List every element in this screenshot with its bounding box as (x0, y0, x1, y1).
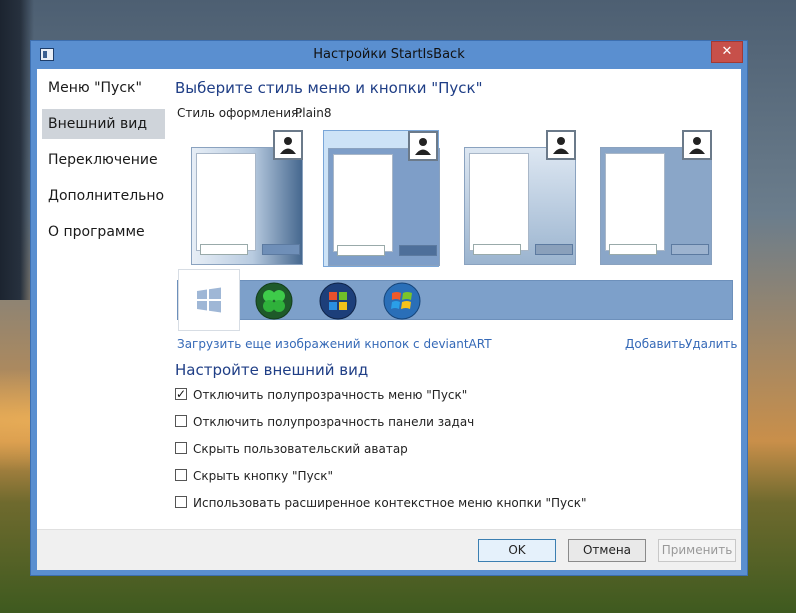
style-thumbnail-4[interactable] (596, 130, 712, 267)
search-box-preview (473, 244, 521, 255)
user-avatar-icon (546, 130, 576, 160)
clover-orb-icon (255, 282, 293, 320)
search-box-preview (609, 244, 657, 255)
dialog-footer: OK Отмена Применить (37, 529, 741, 570)
checkbox[interactable] (175, 442, 187, 454)
deviantart-link[interactable]: Загрузить еще изображений кнопок с devia… (177, 337, 492, 351)
style-thumbnail-2[interactable] (323, 130, 440, 267)
start-button-option-orb[interactable] (318, 281, 358, 321)
menu-panel (196, 153, 256, 251)
windows8-logo-icon (197, 287, 221, 313)
checkbox-label: Скрыть кнопку "Пуск" (193, 469, 334, 483)
thumbnail-preview (328, 148, 440, 266)
thumbnail-preview (191, 147, 303, 265)
start-button-strip (177, 269, 733, 331)
user-avatar-icon (682, 130, 712, 160)
sidebar-item-start-menu[interactable]: Меню "Пуск" (42, 73, 165, 103)
user-avatar-icon (408, 131, 438, 161)
shutdown-button-preview (399, 245, 437, 256)
sidebar-item-appearance[interactable]: Внешний вид (42, 109, 165, 139)
start-button-option-windows7[interactable] (382, 281, 422, 321)
cancel-button[interactable]: Отмена (568, 539, 646, 562)
checkbox-label: Скрыть пользовательский аватар (193, 442, 408, 456)
windows7-orb-icon (383, 282, 421, 320)
checkbox-label: Отключить полупрозрачность панели задач (193, 415, 475, 429)
window-client: Меню "Пуск" Внешний вид Переключение Доп… (37, 69, 741, 570)
windows-orb-icon (319, 282, 357, 320)
sidebar-item-about[interactable]: О программе (42, 217, 165, 247)
style-thumbnail-3[interactable] (460, 130, 576, 267)
sidebar: Меню "Пуск" Внешний вид Переключение Доп… (37, 69, 171, 529)
ok-button[interactable]: OK (478, 539, 556, 562)
style-label: Стиль оформления: (177, 106, 303, 120)
shutdown-button-preview (671, 244, 709, 255)
checkbox[interactable] (175, 415, 187, 427)
appearance-heading: Настройте внешний вид (175, 361, 369, 379)
settings-window: Настройки StartIsBack ✕ Меню "Пуск" Внеш… (30, 40, 748, 576)
start-button-option-windows8[interactable] (178, 269, 240, 331)
checkbox[interactable] (175, 384, 187, 404)
thumbnail-preview (600, 147, 712, 265)
remove-link[interactable]: Удалить (685, 337, 738, 351)
main-panel: Выберите стиль меню и кнопки "Пуск" Стил… (175, 69, 741, 529)
menu-panel (605, 153, 665, 251)
style-thumbnail-1[interactable] (187, 130, 303, 267)
thumbnail-preview (464, 147, 576, 265)
search-box-preview (337, 245, 385, 256)
shutdown-button-preview (535, 244, 573, 255)
title-bar[interactable]: Настройки StartIsBack ✕ (31, 41, 747, 69)
checkbox-label: Использовать расширенное контекстное мен… (193, 496, 587, 510)
start-button-option-clover[interactable] (254, 281, 294, 321)
menu-panel (469, 153, 529, 251)
user-avatar-icon (273, 130, 303, 160)
shutdown-button-preview (262, 244, 300, 255)
close-button[interactable]: ✕ (711, 41, 743, 63)
menu-panel (333, 154, 393, 252)
sidebar-item-advanced[interactable]: Дополнительно (42, 181, 165, 211)
search-box-preview (200, 244, 248, 255)
window-title: Настройки StartIsBack (313, 47, 465, 62)
checkbox[interactable] (175, 496, 187, 508)
checkbox-label: Отключить полупрозрачность меню "Пуск" (193, 388, 468, 402)
sidebar-item-switching[interactable]: Переключение (42, 145, 165, 175)
page-title: Выберите стиль меню и кнопки "Пуск" (175, 79, 483, 97)
checkbox[interactable] (175, 469, 187, 481)
wallpaper-tree (0, 0, 34, 300)
add-link[interactable]: Добавить (625, 337, 685, 351)
style-value: Plain8 (295, 106, 332, 120)
apply-button[interactable]: Применить (658, 539, 736, 562)
